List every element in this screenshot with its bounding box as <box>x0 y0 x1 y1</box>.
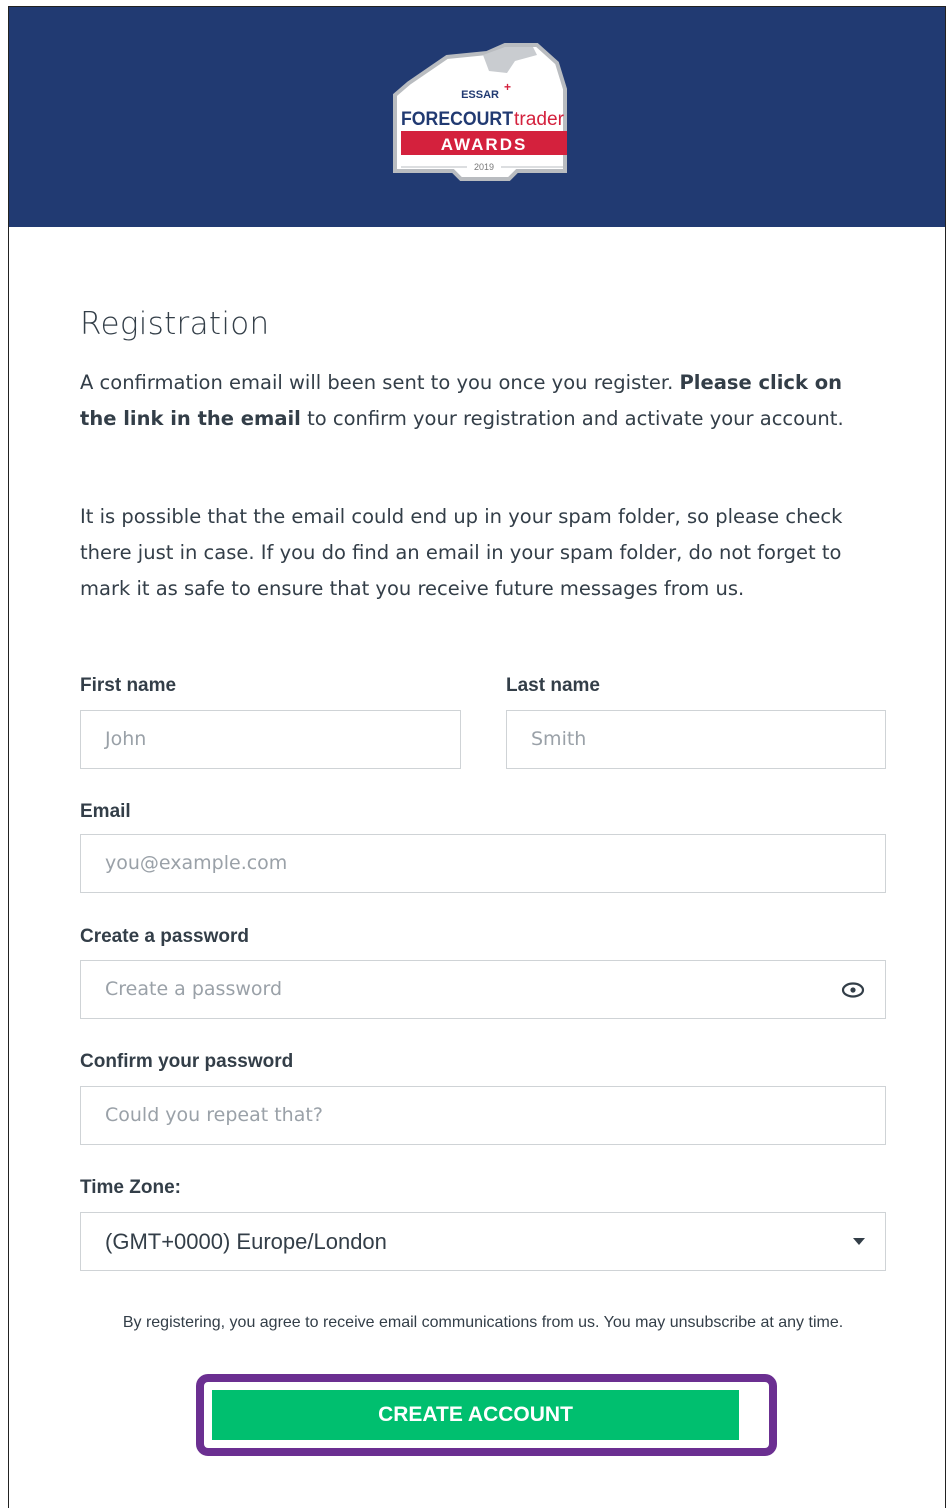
create-account-button[interactable]: CREATE ACCOUNT <box>212 1390 739 1440</box>
svg-text:2019: 2019 <box>474 162 494 172</box>
confirm-password-input[interactable]: Could you repeat that? <box>80 1086 886 1145</box>
timezone-selected-value: (GMT+0000) Europe/London <box>105 1229 387 1254</box>
intro-paragraph: A confirmation email will been sent to y… <box>80 371 844 430</box>
last-name-label: Last name <box>506 675 600 696</box>
email-label: Email <box>80 801 131 822</box>
caret-down-icon <box>853 1238 865 1245</box>
registration-page: ESSAR + FORECOURT trader AWARDS 2019 Reg… <box>8 6 946 1508</box>
timezone-label: Time Zone: <box>80 1177 181 1198</box>
confirm-password-label: Confirm your password <box>80 1051 294 1072</box>
first-name-input[interactable]: John <box>80 710 461 769</box>
header-banner: ESSAR + FORECOURT trader AWARDS 2019 <box>9 7 945 227</box>
svg-text:FORECOURT: FORECOURT <box>401 109 513 130</box>
last-name-input[interactable]: Smith <box>506 710 886 769</box>
spam-note-paragraph: It is possible that the email could end … <box>80 505 843 600</box>
create-account-highlight: CREATE ACCOUNT <box>196 1374 777 1456</box>
email-input[interactable]: you@example.com <box>80 834 886 893</box>
password-input[interactable]: Create a password <box>80 960 886 1019</box>
page-title: Registration <box>80 306 270 342</box>
consent-note: By registering, you agree to receive ema… <box>122 1314 844 1331</box>
first-name-label: First name <box>80 675 177 696</box>
timezone-select[interactable]: (GMT+0000) Europe/London <box>80 1212 886 1271</box>
svg-text:ESSAR: ESSAR <box>461 89 499 101</box>
eye-icon[interactable] <box>841 979 865 1001</box>
svg-text:AWARDS: AWARDS <box>441 135 528 154</box>
svg-text:+: + <box>504 80 511 94</box>
forecourt-trader-awards-logo: ESSAR + FORECOURT trader AWARDS 2019 <box>393 43 567 181</box>
password-label: Create a password <box>80 926 249 947</box>
svg-text:trader: trader <box>514 109 565 130</box>
